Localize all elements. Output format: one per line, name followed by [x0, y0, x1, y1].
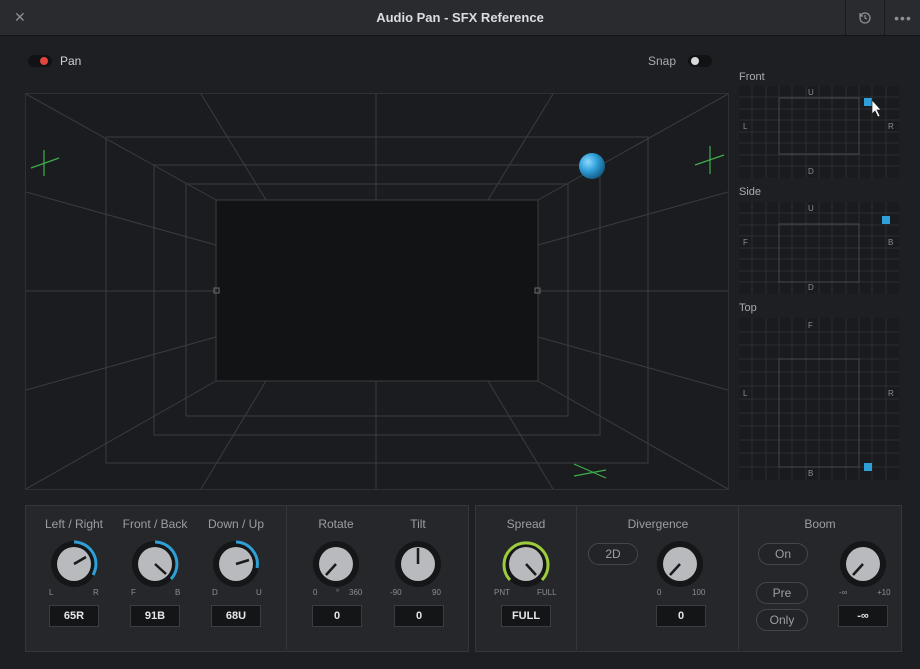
- down-up-label: Down / Up: [207, 517, 265, 531]
- 2d-mode-button[interactable]: 2D: [588, 543, 638, 565]
- spread-value[interactable]: FULL: [501, 605, 551, 627]
- boom-min: -∞: [839, 588, 848, 597]
- front-back-label: Front / Back: [122, 517, 188, 531]
- boom-on-button[interactable]: On: [758, 543, 808, 565]
- top-left-label: L: [743, 389, 748, 398]
- front-back-knob[interactable]: [129, 538, 181, 590]
- room-wireframe: [25, 93, 729, 490]
- spread-label: Spread: [506, 517, 546, 531]
- snap-toggle-knob: [691, 57, 699, 65]
- top-view[interactable]: F B L R: [739, 318, 899, 480]
- snap-label: Snap: [648, 54, 677, 68]
- pan-3d-view[interactable]: [25, 93, 729, 490]
- rotate-label: Rotate: [318, 517, 354, 531]
- left-right-min: L: [49, 588, 54, 597]
- front-title: Front: [739, 71, 765, 83]
- left-right-knob[interactable]: [48, 538, 100, 590]
- tilt-min: -90: [390, 588, 402, 597]
- tilt-max: 90: [432, 588, 441, 597]
- pan-toggle[interactable]: [28, 55, 52, 67]
- top-title: Top: [739, 302, 757, 314]
- tilt-knob[interactable]: [392, 538, 444, 590]
- cursor-icon: [871, 99, 882, 118]
- front-back-min: F: [131, 588, 136, 597]
- side-top-label: U: [808, 204, 814, 213]
- divergence-min: 0: [657, 588, 662, 597]
- more-icon[interactable]: •••: [884, 0, 920, 35]
- divider: [286, 505, 287, 650]
- front-right-label: R: [888, 122, 894, 131]
- boom-max: +10: [877, 588, 891, 597]
- front-bottom-label: D: [808, 167, 814, 176]
- down-up-knob[interactable]: [210, 538, 262, 590]
- front-back-value[interactable]: 91B: [130, 605, 180, 627]
- boom-pre-button[interactable]: Pre: [756, 582, 808, 604]
- title-bar: ✕ Audio Pan - SFX Reference •••: [0, 0, 920, 36]
- rotate-knob[interactable]: [310, 538, 362, 590]
- side-left-label: F: [743, 238, 748, 247]
- front-top-label: U: [808, 88, 814, 97]
- left-right-label: Left / Right: [44, 517, 104, 531]
- front-back-max: B: [175, 588, 181, 597]
- top-right-label: R: [888, 389, 894, 398]
- divergence-value[interactable]: 0: [656, 605, 706, 627]
- divergence-max: 100: [692, 588, 706, 597]
- reset-icon[interactable]: [845, 0, 884, 35]
- boom-knob[interactable]: [837, 538, 889, 590]
- boom-value[interactable]: -∞: [838, 605, 888, 627]
- divergence-knob[interactable]: [654, 538, 706, 590]
- side-view[interactable]: U D F B: [739, 202, 899, 294]
- spread-max: FULL: [537, 588, 557, 597]
- rotate-value[interactable]: 0: [312, 605, 362, 627]
- tilt-label: Tilt: [410, 517, 426, 531]
- divider: [576, 505, 577, 650]
- divider: [738, 505, 739, 650]
- pan-position-sphere[interactable]: [579, 153, 605, 179]
- spread-min: PNT: [494, 588, 510, 597]
- rotate-max: 360: [349, 588, 363, 597]
- down-up-min: D: [212, 588, 218, 597]
- boom-only-button[interactable]: Only: [756, 609, 808, 631]
- side-title: Side: [739, 186, 762, 198]
- spread-knob[interactable]: [500, 538, 552, 590]
- window-title: Audio Pan - SFX Reference: [376, 10, 544, 25]
- front-view[interactable]: U D L R: [739, 86, 899, 178]
- pan-toggle-knob: [40, 57, 48, 65]
- rotate-unit: °: [336, 588, 340, 597]
- top-top-label: F: [808, 321, 813, 330]
- side-bottom-label: D: [808, 283, 814, 292]
- left-right-value[interactable]: 65R: [49, 605, 99, 627]
- divergence-label: Divergence: [627, 517, 689, 531]
- down-up-value[interactable]: 68U: [211, 605, 261, 627]
- top-bottom-label: B: [808, 469, 814, 478]
- front-left-label: L: [743, 122, 748, 131]
- down-up-max: U: [256, 588, 262, 597]
- side-right-label: B: [888, 238, 894, 247]
- left-right-max: R: [93, 588, 99, 597]
- boom-label: Boom: [804, 517, 836, 531]
- rotate-min: 0: [313, 588, 318, 597]
- pan-label: Pan: [60, 54, 82, 68]
- snap-toggle[interactable]: [688, 55, 712, 67]
- back-wall: [215, 199, 539, 382]
- tilt-value[interactable]: 0: [394, 605, 444, 627]
